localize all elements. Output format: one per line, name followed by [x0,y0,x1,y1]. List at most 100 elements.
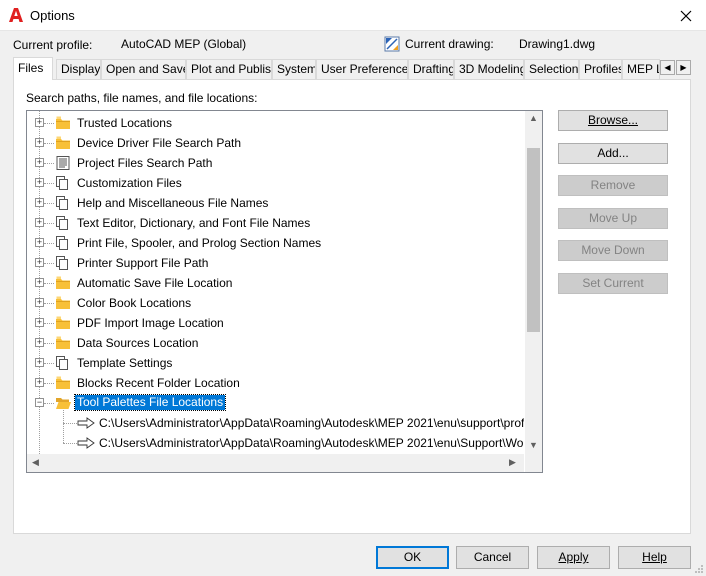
tree-item[interactable]: + PDF Import Image Location [27,313,524,333]
tree-connector-line [44,403,54,404]
vertical-scroll-thumb[interactable] [527,148,540,332]
tree-item-label: Tool Palettes File Locations [73,394,227,411]
tab-selection[interactable]: Selection [524,59,579,79]
tab-files[interactable]: Files [13,57,53,80]
tab-label: System [277,62,316,76]
horizontal-scrollbar[interactable]: ◀ ▶ [27,454,524,472]
tree-item[interactable]: + Help and Miscellaneous File Names [27,193,524,213]
vertical-scrollbar[interactable]: ▲ ▼ [525,111,542,454]
tree-item[interactable]: + Color Book Locations [27,293,524,313]
ok-button[interactable]: OK [376,546,449,569]
move-down-button[interactable]: Move Down [558,240,668,261]
move-up-button[interactable]: Move Up [558,208,668,229]
tree-item[interactable]: + Text Editor, Dictionary, and Font File … [27,213,524,233]
expand-icon[interactable]: + [35,338,44,347]
scroll-left-icon[interactable]: ◀ [32,457,39,468]
folder-icon [56,316,70,329]
tree-item[interactable]: + Device Driver File Search Path [27,133,524,153]
expand-icon[interactable]: + [35,318,44,327]
help-button[interactable]: Help [618,546,691,569]
tree-item[interactable]: + Automatic Save File Location [27,273,524,293]
expand-icon[interactable]: + [35,198,44,207]
scroll-down-icon[interactable]: ▼ [529,440,538,450]
ok-label: OK [403,550,422,564]
tab-scroll-right-button[interactable]: ▶ [676,60,691,75]
move-up-label: Move Up [588,211,638,225]
tree-item[interactable]: + Trusted Locations [27,113,524,133]
tab-profiles[interactable]: Profiles [579,59,622,79]
file-locations-tree[interactable]: + Trusted Locations + Device Driver File Se… [26,110,543,473]
expand-icon[interactable]: + [35,278,44,287]
browse-button[interactable]: Browse... [558,110,668,131]
project-files-icon [56,156,70,170]
tree-item-label: Trusted Locations [77,116,172,130]
tab-label: Plot and Publish [191,62,272,76]
expand-icon[interactable]: + [35,138,44,147]
add-button[interactable]: Add... [558,143,668,164]
tree-item[interactable]: − Tool Palettes File Locations [27,393,524,413]
tab-3d-modeling[interactable]: 3D Modeling [454,59,524,79]
tree-path-item[interactable]: C:\Users\Administrator\AppData\Roaming\A… [27,433,524,453]
expand-icon[interactable]: + [35,158,44,167]
expand-icon[interactable]: + [35,178,44,187]
tree-item[interactable]: + Project Files Search Path [27,153,524,173]
folder-icon [56,116,70,129]
tab-plot-and-publish[interactable]: Plot and Publish [186,59,272,79]
close-button[interactable] [666,0,706,31]
tab-user-preferences[interactable]: User Preferences [316,59,408,79]
tree-item[interactable]: + Template Settings [27,353,524,373]
tree-item[interactable]: + Print File, Spooler, and Prolog Section… [27,233,524,253]
remove-button[interactable]: Remove [558,175,668,196]
scroll-up-icon[interactable]: ▲ [529,113,538,123]
tree-item-label: PDF Import Image Location [77,316,224,330]
expand-icon[interactable]: + [35,378,44,387]
window-title: Options [30,8,75,23]
apply-button[interactable]: Apply [537,546,610,569]
tab-label: User Preferences [321,62,408,76]
path-arrow-icon [77,417,95,429]
resize-grip-icon[interactable] [694,564,704,574]
tab-label: MEP L [627,62,660,76]
tree-item-label: Automatic Save File Location [77,276,233,290]
documents-icon [56,236,68,250]
tree-item-label: Template Settings [77,356,173,370]
tree-connector-line [44,203,54,204]
tree-path-item[interactable]: C:\Users\Administrator\AppData\Roaming\A… [27,413,524,433]
cancel-button[interactable]: Cancel [456,546,529,569]
tab-mep-l[interactable]: MEP L [622,59,660,79]
scroll-right-icon[interactable]: ▶ [509,457,516,468]
tab-drafting[interactable]: Drafting [408,59,454,79]
add-label: Add... [597,146,629,160]
apply-label: Apply [558,550,589,564]
tab-label: Profiles [584,62,622,76]
tree-item[interactable]: + Customization Files [27,173,524,193]
current-drawing-label: Current drawing: [405,37,494,51]
expand-icon[interactable]: + [35,358,44,367]
expand-icon[interactable]: + [35,238,44,247]
tree-item-label: Customization Files [77,176,182,190]
collapse-icon[interactable]: − [35,398,44,407]
tab-display[interactable]: Display [56,59,101,79]
tree-connector-line [44,283,54,284]
tree-item[interactable]: + Printer Support File Path [27,253,524,273]
tab-label: 3D Modeling [459,62,524,76]
expand-icon[interactable]: + [35,118,44,127]
tree-connector-line [44,123,54,124]
tab-open-and-save[interactable]: Open and Save [101,59,186,79]
set-current-button[interactable]: Set Current [558,273,668,294]
expand-icon[interactable]: + [35,258,44,267]
scrollbar-corner [525,454,542,472]
tree-item[interactable]: + Blocks Recent Folder Location [27,373,524,393]
tab-system[interactable]: System [272,59,316,79]
tab-scroll-left-button[interactable]: ◀ [660,60,675,75]
tree-item[interactable]: + Data Sources Location [27,333,524,353]
tree-connector-line [44,303,54,304]
expand-icon[interactable]: + [35,298,44,307]
tree-item-label: Help and Miscellaneous File Names [77,196,269,210]
files-tab-panel: Search paths, file names, and file locat… [13,79,691,534]
tab-label: Drafting [413,62,454,76]
move-down-label: Move Down [581,243,645,257]
expand-icon[interactable]: + [35,218,44,227]
folder-icon [56,336,70,349]
folder-icon [56,136,70,149]
